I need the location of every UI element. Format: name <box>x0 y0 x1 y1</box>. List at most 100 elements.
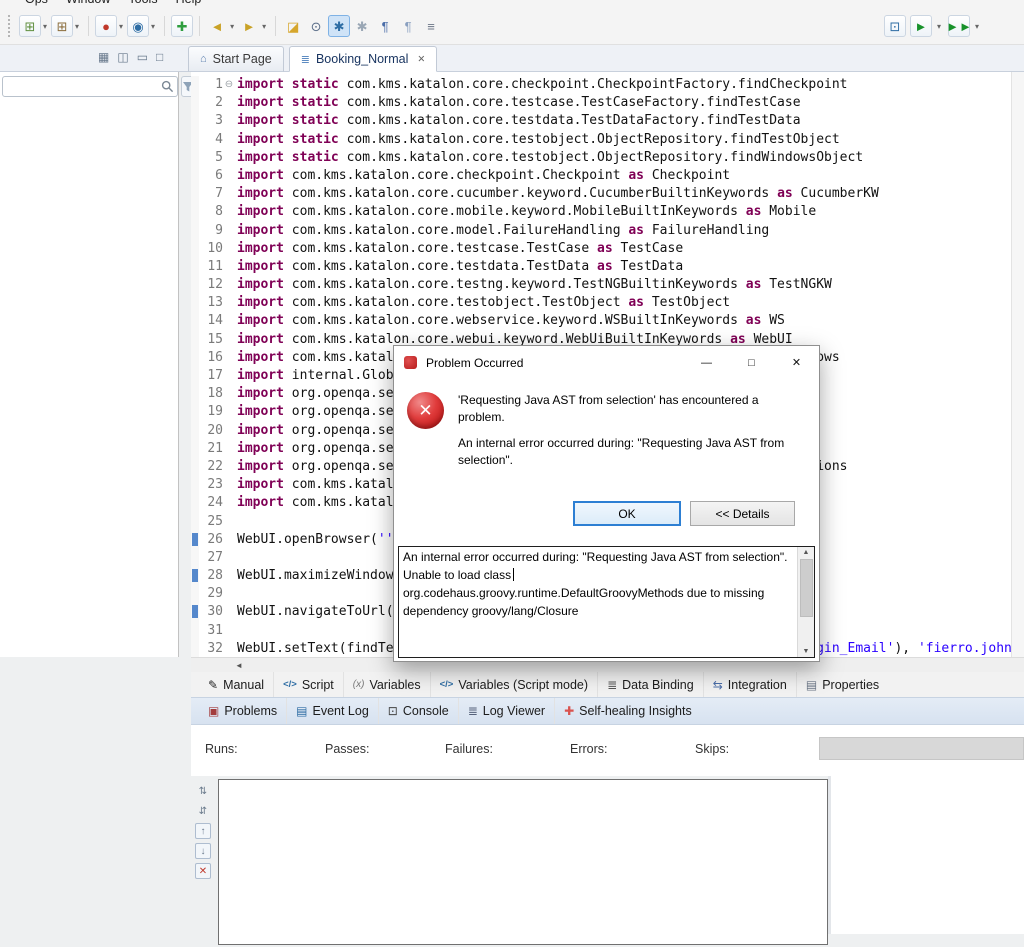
minimize-view-icon[interactable]: ▭ <box>137 50 148 64</box>
gutter-marker <box>191 530 199 549</box>
new-object-icon-dropdown[interactable]: ▾ <box>75 22 79 31</box>
search-input[interactable] <box>6 79 161 94</box>
expand-all-icon[interactable]: ⇅ <box>195 783 211 799</box>
tab-variables[interactable]: (x) Variables <box>342 672 430 697</box>
fold-marker <box>223 112 235 130</box>
maximize-view-icon[interactable]: □ <box>156 50 163 64</box>
spy-web-icon[interactable]: ◉ <box>127 15 150 37</box>
menu-tools[interactable]: Tools <box>119 0 166 7</box>
line-number: 7 <box>215 186 223 202</box>
tab-script[interactable]: </> Script <box>273 672 343 697</box>
show-whitespace-icon[interactable]: ¶ <box>374 15 396 37</box>
spy-web-icon-dropdown[interactable]: ▾ <box>151 22 155 31</box>
view-menu-icon[interactable]: ▦ <box>98 50 109 64</box>
test-result-panel <box>218 779 828 945</box>
search-box <box>2 76 178 97</box>
fold-marker <box>223 294 235 312</box>
tab-self-healing-insights[interactable]: ✚ Self-healing Insights <box>554 698 701 724</box>
gutter-marker <box>191 294 199 313</box>
previous-item-icon[interactable]: ↑ <box>195 823 211 839</box>
tab-log-viewer[interactable]: ≣ Log Viewer <box>457 698 554 724</box>
close-tab-icon[interactable]: ✕ <box>417 54 425 65</box>
format-icon[interactable]: ✱ <box>351 15 373 37</box>
code-line: 14 import com.kms.katalon.core.webservice… <box>191 312 1024 331</box>
minimize-icon[interactable]: — <box>684 346 729 379</box>
tab-manual[interactable]: ✎ Manual <box>199 672 273 697</box>
fold-marker[interactable]: ⊖ <box>223 76 235 94</box>
clear-log-icon[interactable]: ✕ <box>195 863 211 879</box>
run-icon-dropdown[interactable]: ▾ <box>937 22 941 31</box>
toolbar-drag-handle[interactable] <box>8 15 13 37</box>
gutter-marker <box>191 512 199 531</box>
menu-ops[interactable]: Ops <box>16 0 57 7</box>
fold-marker <box>223 603 235 621</box>
details-button[interactable]: << Details <box>690 501 795 526</box>
tab-start-page[interactable]: ⌂ Start Page <box>188 46 284 72</box>
new-test-case-icon-dropdown[interactable]: ▾ <box>43 22 47 31</box>
scroll-left-icon[interactable]: ◄ <box>235 661 243 670</box>
errors-label: Errors: <box>570 742 608 756</box>
menu-help[interactable]: Help <box>167 0 211 7</box>
gutter-marker <box>191 421 199 440</box>
highlight-marker-icon[interactable]: ✱ <box>328 15 351 37</box>
add-icon[interactable]: ✚ <box>171 15 194 37</box>
new-test-case-icon[interactable]: ⊞ <box>19 15 41 37</box>
indent-icon[interactable]: ≡ <box>420 15 442 37</box>
maximize-icon[interactable]: □ <box>729 346 774 379</box>
gutter-marker <box>191 385 199 404</box>
tab-label: Booking_Normal <box>315 52 409 66</box>
line-number: 14 <box>207 313 223 329</box>
back-icon-dropdown[interactable]: ▾ <box>230 22 234 31</box>
details-line: Unable to load class <box>403 566 793 584</box>
open-folder-icon[interactable]: ◪ <box>282 15 304 37</box>
tab-booking-normal[interactable]: ≣ Booking_Normal ✕ <box>288 46 438 72</box>
error-details-box: An internal error occurred during: "Requ… <box>398 546 815 658</box>
record-web-icon-dropdown[interactable]: ▾ <box>119 22 123 31</box>
tab-problems[interactable]: ▣ Problems <box>199 698 286 724</box>
tab-properties[interactable]: ▤ Properties <box>795 672 888 697</box>
tab-data-binding[interactable]: ≣ Data Binding <box>597 672 703 697</box>
show-whitespace-alt-icon[interactable]: ¶ <box>397 15 419 37</box>
overview-ruler[interactable] <box>1011 72 1024 657</box>
line-number: 26 <box>207 531 223 547</box>
mode-tab-bar: ✎ Manual </> Script (x) Variables </> Va… <box>191 672 1024 697</box>
details-scrollbar[interactable]: ▲ ▼ <box>797 547 814 657</box>
gutter-marker <box>191 203 199 222</box>
tab-event-log[interactable]: ▤ Event Log <box>286 698 378 724</box>
next-item-icon[interactable]: ↓ <box>195 843 211 859</box>
line-number: 19 <box>207 404 223 420</box>
tab-console[interactable]: ⊡ Console <box>377 698 458 724</box>
dialog-title-bar[interactable]: Problem Occurred — □ ✕ <box>394 346 819 379</box>
explorer-search-row <box>0 72 195 100</box>
code-line: 10 import com.kms.katalon.core.testcase.T… <box>191 239 1024 258</box>
line-number: 23 <box>207 477 223 493</box>
new-object-icon[interactable]: ⊞ <box>51 15 74 37</box>
fold-marker <box>223 567 235 585</box>
scroll-up-icon[interactable]: ▲ <box>803 549 810 556</box>
menu-window[interactable]: Window <box>57 0 119 7</box>
fold-marker <box>223 167 235 185</box>
run-all-icon[interactable]: ►► <box>946 15 972 37</box>
close-icon[interactable]: ✕ <box>774 346 819 379</box>
tab-integration[interactable]: ⇆ Integration <box>702 672 796 697</box>
scroll-thumb[interactable] <box>799 559 813 617</box>
collapse-all-icon[interactable]: ⇵ <box>195 803 211 819</box>
toolbar-separator <box>275 16 277 36</box>
line-number: 29 <box>207 586 223 602</box>
ok-button[interactable]: OK <box>573 501 681 526</box>
forward-icon[interactable]: ► <box>238 15 260 37</box>
code-line: 5 import static com.kms.katalon.core.test… <box>191 148 1024 167</box>
spy-glass-icon[interactable]: ⊙ <box>305 15 327 37</box>
forward-icon-dropdown[interactable]: ▾ <box>262 22 266 31</box>
tab-variables-script-mode[interactable]: </> Variables (Script mode) <box>429 672 597 697</box>
run-icon[interactable]: ► <box>909 15 932 37</box>
record-web-icon[interactable]: ● <box>95 15 118 37</box>
run-all-icon-dropdown[interactable]: ▾ <box>975 22 979 31</box>
scroll-down-icon[interactable]: ▼ <box>803 648 810 655</box>
tests-explorer-panel <box>0 72 195 657</box>
restore-view-icon[interactable]: ◫ <box>117 50 128 64</box>
console-view-icon[interactable]: ⊡ <box>883 15 906 37</box>
problem-occurred-dialog: Problem Occurred — □ ✕ ✕ 'Requesting Jav… <box>393 345 820 662</box>
back-icon[interactable]: ◄ <box>206 15 228 37</box>
gutter-marker <box>191 621 199 640</box>
